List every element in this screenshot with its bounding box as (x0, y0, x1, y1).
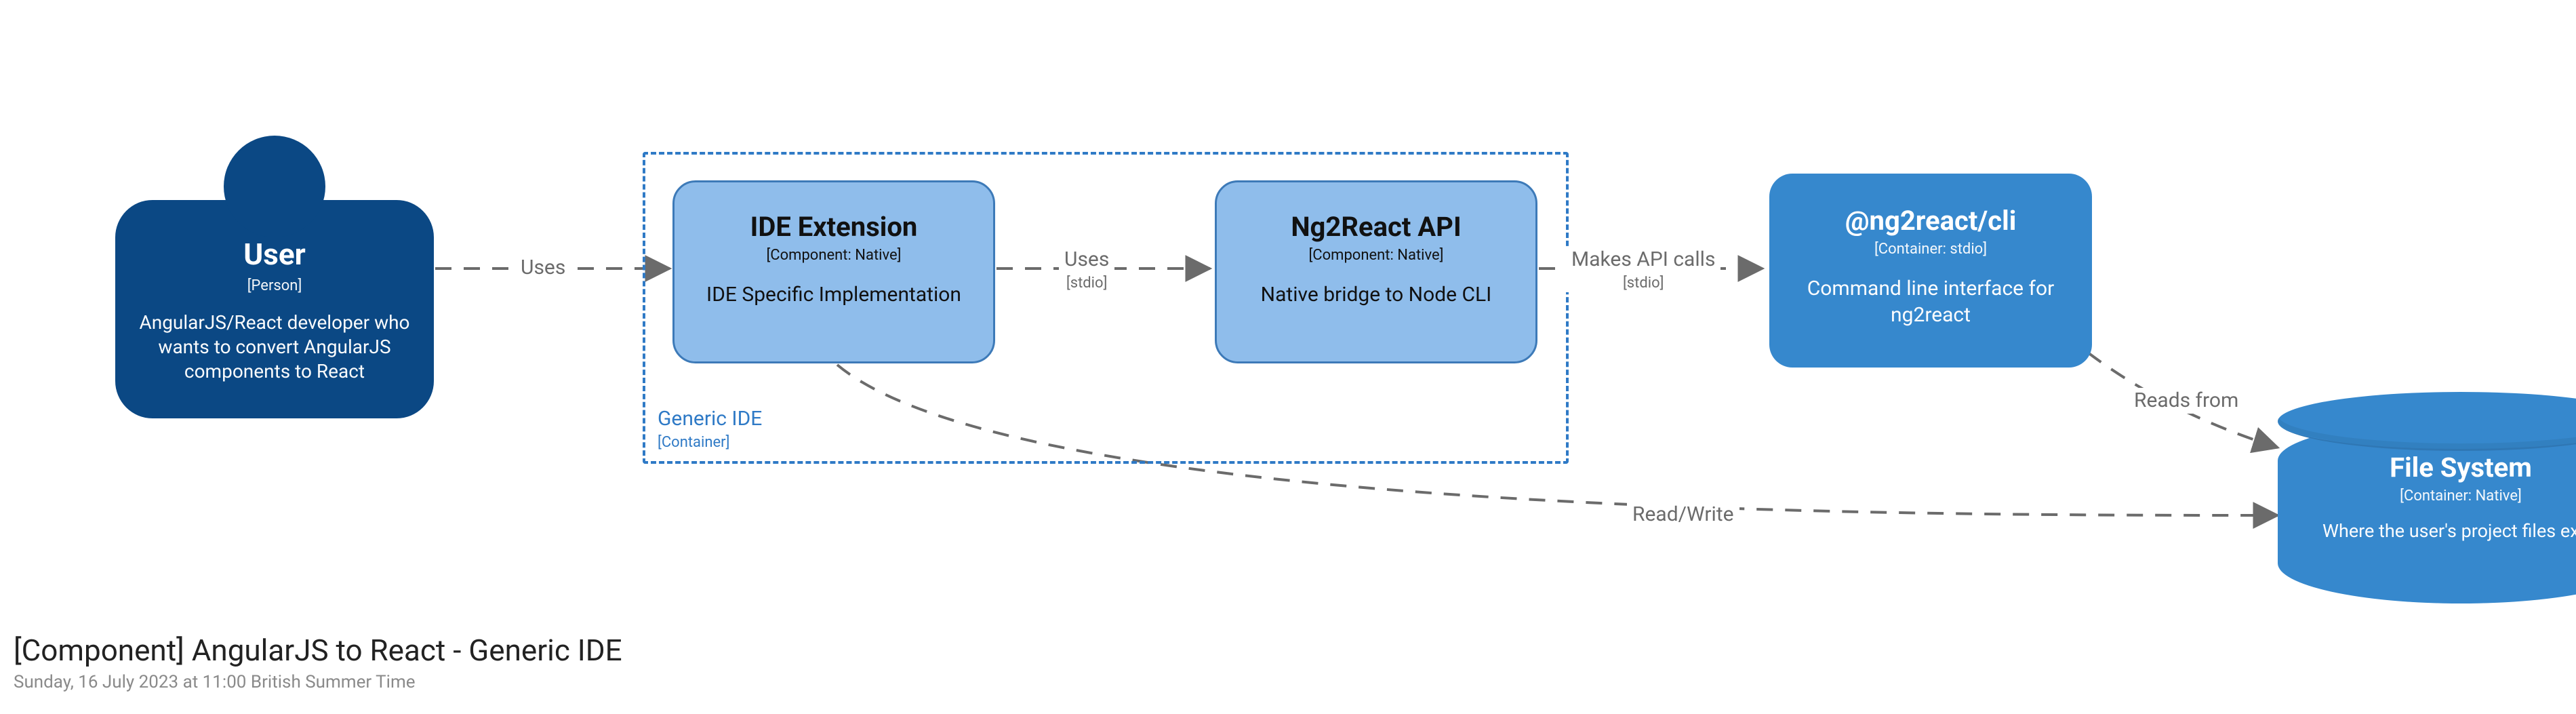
fs-stereotype: [Container: Native] (2298, 488, 2576, 504)
ide-ext-name: IDE Extension (698, 211, 970, 243)
component-ide-extension: IDE Extension [Component: Native] IDE Sp… (672, 180, 995, 363)
fs-name: File System (2298, 452, 2576, 483)
diagram-timestamp: Sunday, 16 July 2023 at 11:00 British Su… (14, 672, 622, 692)
boundary-stereotype: [Container] (658, 433, 762, 452)
diagram-canvas: User [Person] AngularJS/React developer … (0, 0, 2576, 714)
edge-label-ide-api: Uses [stdio] (1059, 247, 1114, 292)
person-head (224, 136, 325, 237)
api-name: Ng2React API (1240, 211, 1512, 243)
fs-description: Where the user's project files exist (2298, 519, 2576, 543)
api-stereotype: [Component: Native] (1240, 247, 1512, 264)
edge-ide-api-text: Uses (1064, 247, 1109, 271)
container-ng2react-cli: @ng2react/cli [Container: stdio] Command… (1769, 174, 2092, 368)
diagram-title: [Component] AngularJS to React - Generic… (14, 633, 622, 668)
edge-label-user-ide: Uses (515, 255, 571, 281)
cli-name: @ng2react/cli (1796, 205, 2065, 237)
container-file-system: File System [Container: Native] Where th… (2278, 420, 2576, 603)
edge-label-api-cli: Makes API calls [stdio] (1566, 247, 1720, 292)
cli-description: Command line interface for ng2react (1796, 275, 2065, 328)
user-name: User (139, 237, 410, 272)
ide-ext-stereotype: [Component: Native] (698, 247, 970, 264)
edge-ide-api-tech: [stdio] (1064, 274, 1109, 293)
diagram-title-block: [Component] AngularJS to React - Generic… (14, 633, 622, 692)
boundary-label: Generic IDE [Container] (658, 406, 762, 452)
component-ng2react-api: Ng2React API [Component: Native] Native … (1215, 180, 1537, 363)
edge-ide-fs-text: Read/Write (1632, 502, 1734, 526)
cli-stereotype: [Container: stdio] (1796, 241, 2065, 258)
edge-cli-fs-text: Reads from (2134, 389, 2238, 412)
edge-api-cli-tech: [stdio] (1571, 274, 1715, 293)
boundary-name: Generic IDE (658, 407, 762, 431)
edge-label-cli-fs: Reads from (2129, 388, 2244, 414)
person-user: User [Person] AngularJS/React developer … (115, 136, 434, 418)
db-cylinder: File System [Container: Native] Where th… (2278, 420, 2576, 603)
api-description: Native bridge to Node CLI (1240, 281, 1512, 308)
edge-label-ide-fs: Read/Write (1627, 502, 1739, 528)
user-stereotype: [Person] (139, 277, 410, 294)
ide-ext-description: IDE Specific Implementation (698, 281, 970, 308)
edge-user-ide-text: Uses (521, 256, 565, 279)
user-description: AngularJS/React developer who wants to c… (139, 311, 410, 384)
edge-api-cli-text: Makes API calls (1571, 247, 1715, 271)
